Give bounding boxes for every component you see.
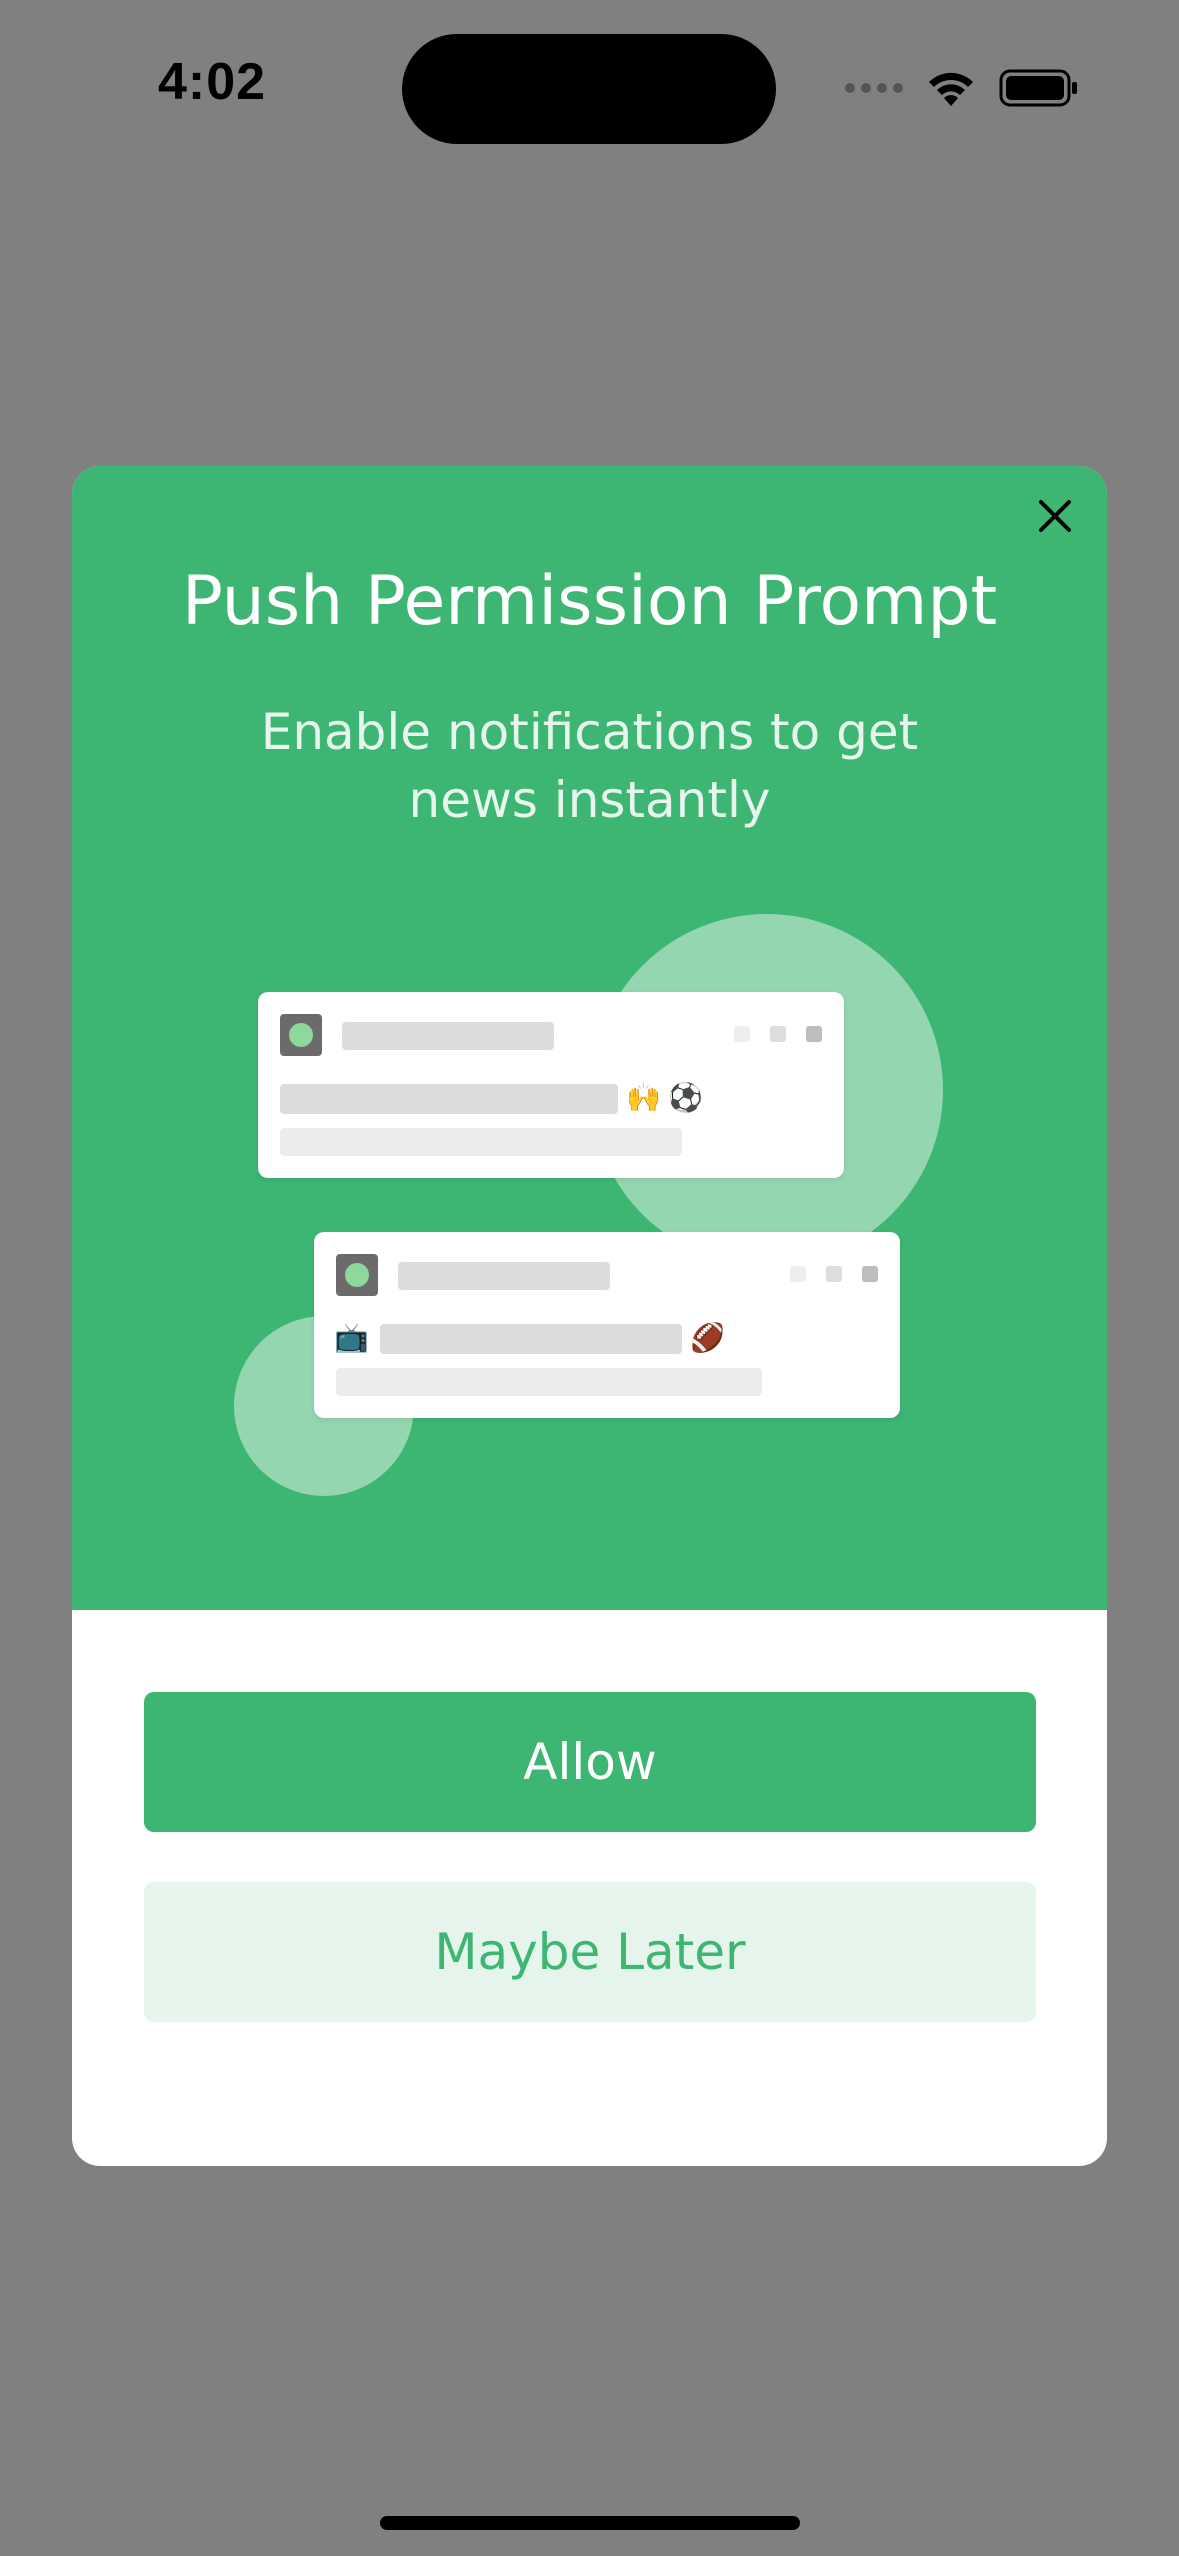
status-indicators <box>845 64 1079 112</box>
battery-icon <box>999 68 1079 108</box>
notification-preview-card: 📺 🏈 <box>314 1232 900 1418</box>
wifi-icon <box>925 68 977 108</box>
placeholder-line <box>336 1368 762 1396</box>
modal-hero: Push Permission Prompt Enable notificati… <box>72 466 1107 1610</box>
push-permission-modal: Push Permission Prompt Enable notificati… <box>72 466 1107 2166</box>
app-icon <box>336 1254 378 1296</box>
emoji-football: 🏈 <box>690 1322 725 1353</box>
status-time: 4:02 <box>158 53 267 111</box>
modal-subtitle: Enable notifications to get news instant… <box>260 703 919 829</box>
app-icon <box>280 1014 322 1056</box>
placeholder-line <box>342 1022 554 1050</box>
placeholder-dots <box>790 1266 878 1282</box>
cellular-signal-icon <box>845 83 903 93</box>
allow-button[interactable]: Allow <box>144 1692 1036 1832</box>
placeholder-line <box>280 1128 682 1156</box>
close-icon <box>1037 498 1073 539</box>
placeholder-line <box>380 1324 682 1354</box>
emoji-raised-hands: 🙌 <box>626 1082 661 1113</box>
emoji-soccer-ball: ⚽ <box>668 1082 703 1113</box>
notification-preview-card: 🙌 ⚽ <box>258 992 844 1178</box>
maybe-later-button[interactable]: Maybe Later <box>144 1882 1036 2022</box>
emoji-television: 📺 <box>334 1322 369 1353</box>
dynamic-island <box>402 34 776 144</box>
placeholder-dots <box>734 1026 822 1042</box>
placeholder-line <box>398 1262 610 1290</box>
modal-title: Push Permission Prompt <box>181 562 998 641</box>
placeholder-line <box>280 1084 618 1114</box>
close-button[interactable] <box>1027 490 1083 546</box>
home-indicator[interactable] <box>380 2516 800 2530</box>
